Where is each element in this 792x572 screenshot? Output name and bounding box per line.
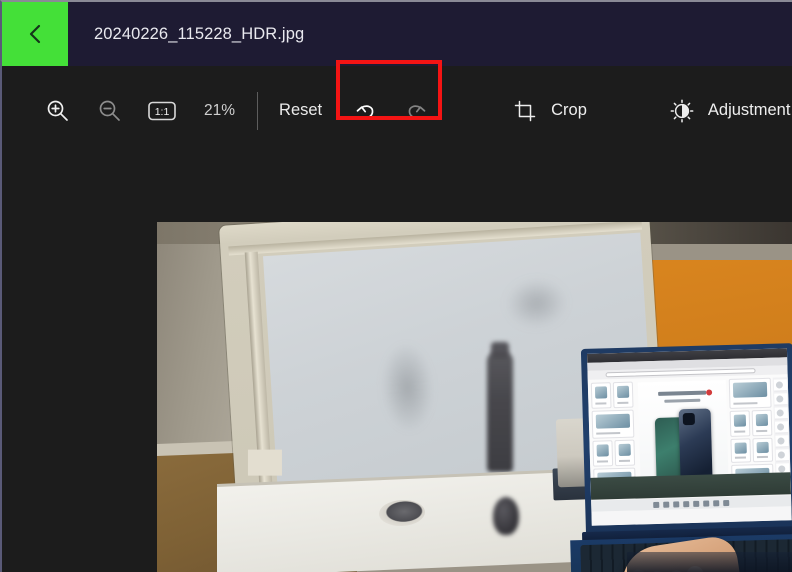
photo-shadow xyxy=(627,552,792,572)
adjustment-label: Adjustment xyxy=(707,101,791,119)
crop-label: Crop xyxy=(551,101,587,119)
photo-hero-badge xyxy=(706,389,713,396)
redo-button[interactable] xyxy=(394,89,438,133)
svg-text:1:1: 1:1 xyxy=(155,106,170,118)
brightness-icon xyxy=(667,96,697,126)
toolbar-divider xyxy=(257,91,259,130)
title-bar: 20240226_115228_HDR.jpg xyxy=(2,2,792,66)
zoom-level-label: 21% xyxy=(204,101,236,119)
photo-whiteboard-foot xyxy=(247,449,282,476)
one-to-one-icon: 1:1 xyxy=(148,101,176,120)
photo-viewer-window: 20240226_115228_HDR.jpg 1:1 21% Reset Cr… xyxy=(0,0,792,572)
undo-redo-group xyxy=(336,59,443,133)
undo-button[interactable] xyxy=(344,89,388,133)
photo-product-card xyxy=(730,438,752,463)
photo-sidebar-row xyxy=(774,421,789,434)
photo-product-card xyxy=(728,377,772,409)
photo-bottle xyxy=(487,352,513,472)
zoom-out-icon xyxy=(99,100,120,121)
photo-product-card xyxy=(592,440,614,467)
photo-image[interactable] xyxy=(157,222,792,572)
photo-smudge xyxy=(505,277,568,330)
photo-smudge xyxy=(378,340,437,435)
photo-product-card xyxy=(591,409,635,439)
photo-hero-subline xyxy=(664,398,701,403)
photo-laptop xyxy=(570,343,792,572)
photo-sidebar-row xyxy=(773,379,788,392)
photo-sidebar-row xyxy=(775,449,790,462)
photo-product-card xyxy=(729,410,751,437)
zoom-in-icon xyxy=(47,100,68,121)
photo-hero-headline xyxy=(658,390,707,396)
actual-size-button[interactable]: 1:1 xyxy=(138,87,186,135)
photo-sidebar-row xyxy=(775,435,789,448)
page-title: 20240226_115228_HDR.jpg xyxy=(94,24,305,43)
photo-sidebar-row xyxy=(774,407,788,420)
reset-button[interactable]: Reset xyxy=(279,101,322,120)
photo-dark-object xyxy=(493,497,519,535)
crop-icon xyxy=(510,96,540,126)
photo-product-card xyxy=(590,382,612,409)
photo-product-card xyxy=(612,381,634,409)
photo-phone-camera xyxy=(682,412,696,426)
undo-arrow-icon xyxy=(356,104,374,119)
photo-product-card xyxy=(614,439,636,467)
photo-product-card xyxy=(751,409,773,437)
crop-button[interactable]: Crop xyxy=(510,96,587,126)
zoom-out-button[interactable] xyxy=(86,87,134,135)
image-canvas[interactable] xyxy=(2,155,792,572)
photo-laptop-screen xyxy=(586,348,792,526)
photo-product-card xyxy=(752,437,774,463)
back-button[interactable] xyxy=(2,2,68,66)
adjustment-button[interactable]: Adjustment xyxy=(667,96,791,126)
editor-toolbar: 1:1 21% Reset Crop Adjustment xyxy=(2,59,792,155)
zoom-in-button[interactable] xyxy=(34,87,82,135)
photo-laptop-lid xyxy=(580,343,792,539)
back-arrow-icon xyxy=(29,24,41,44)
redo-arrow-icon xyxy=(408,104,426,119)
photo-sidebar-row xyxy=(774,393,788,406)
